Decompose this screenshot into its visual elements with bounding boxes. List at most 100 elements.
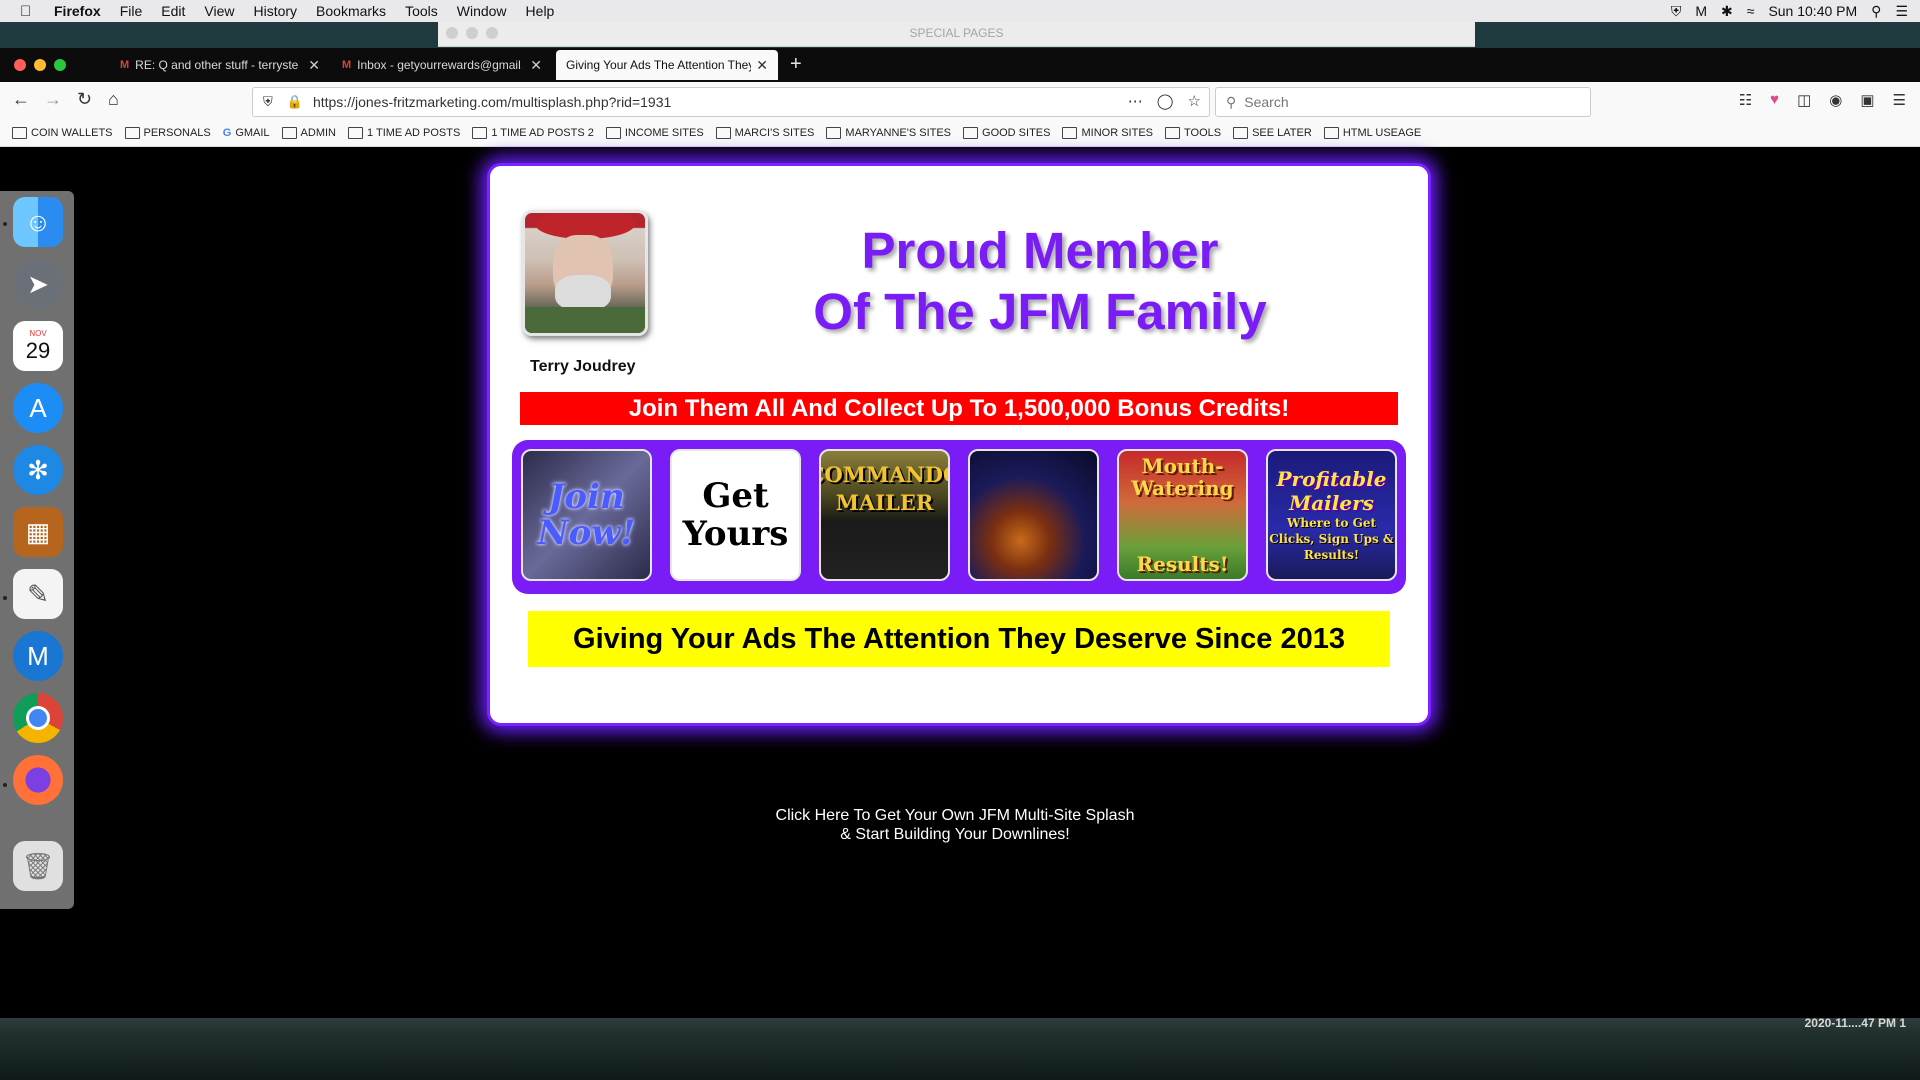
url-text[interactable]: https://jones-fritzmarketing.com/multisp… xyxy=(313,94,671,110)
textedit-icon[interactable]: ✎ xyxy=(13,569,63,619)
sidebar-icon[interactable]: ◫ xyxy=(1797,91,1811,109)
bookmark-label: GOOD SITES xyxy=(982,127,1051,139)
bookmark-marcis-sites[interactable]: MARCI'S SITES xyxy=(715,127,814,139)
minimize-window-button[interactable] xyxy=(34,59,46,71)
member-name: Terry Joudrey xyxy=(530,358,636,375)
safari-icon[interactable]: ✻ xyxy=(13,445,63,495)
bookmark-admin[interactable]: ADMIN xyxy=(281,127,336,139)
close-tab-icon[interactable]: ✕ xyxy=(530,57,542,74)
launchpad-icon[interactable]: ➤ xyxy=(13,259,63,309)
menu-tools[interactable]: Tools xyxy=(405,3,438,19)
menu-edit[interactable]: Edit xyxy=(161,3,185,19)
bookmark-label: COIN WALLETS xyxy=(31,127,113,139)
menu-history[interactable]: History xyxy=(253,3,297,19)
address-bar[interactable]: ⛨ 🔒 https://jones-fritzmarketing.com/mul… xyxy=(252,87,1210,117)
menu-window[interactable]: Window xyxy=(457,3,507,19)
spotlight-search-icon[interactable]: ⚲ xyxy=(1871,3,1881,20)
bookmark-html-useage[interactable]: HTML USEAGE xyxy=(1323,127,1421,139)
tab-gmail-re-q[interactable]: M RE: Q and other stuff - terryste ✕ xyxy=(110,50,330,80)
bookmark-income-sites[interactable]: INCOME SITES xyxy=(605,127,704,139)
tab-jfm-splash[interactable]: Giving Your Ads The Attention They ✕ xyxy=(556,50,778,80)
calendar-month: NOV xyxy=(29,328,47,338)
profitable-mailers-banner[interactable]: Profitable Mailers Where to Get Clicks, … xyxy=(1266,449,1397,581)
extension-icon[interactable]: ◉ xyxy=(1829,91,1842,109)
bluetooth-icon[interactable]: ✱ xyxy=(1721,3,1733,20)
mac-menu-bar:  Firefox File Edit View History Bookmar… xyxy=(0,0,1920,22)
bookmark-minor-sites[interactable]: MINOR SITES xyxy=(1062,127,1153,139)
folder-icon xyxy=(605,127,621,139)
menu-app-name[interactable]: Firefox xyxy=(54,3,101,19)
bookmark-1-time-ad-posts-2[interactable]: 1 TIME AD POSTS 2 xyxy=(472,127,594,139)
bookmark-see-later[interactable]: SEE LATER xyxy=(1233,127,1312,139)
bookmarks-toolbar: COIN WALLETS PERSONALS G GMAIL ADMIN 1 TI… xyxy=(0,120,1920,147)
chrome-icon[interactable] xyxy=(13,693,63,743)
special-pages-title: SPECIAL PAGES xyxy=(909,26,1004,40)
vpn-shield-icon[interactable]: ⛨ xyxy=(1671,3,1682,20)
malwarebytes-icon[interactable]: M xyxy=(1695,3,1707,19)
back-arrow-icon[interactable]: ← xyxy=(12,89,30,110)
search-placeholder: Search xyxy=(1244,94,1289,110)
calendar-day: 29 xyxy=(25,337,51,363)
extension-heart-icon[interactable]: ♥ xyxy=(1770,91,1779,109)
bookmark-good-sites[interactable]: GOOD SITES xyxy=(963,127,1050,139)
menu-hamburger-icon[interactable]: ☰ xyxy=(1893,91,1906,109)
folder-icon xyxy=(715,127,731,139)
menu-view[interactable]: View xyxy=(204,3,234,19)
library-icon[interactable]: ☷ xyxy=(1739,91,1752,109)
desktop-file-label[interactable]: 2020-11....47 PM 1 xyxy=(1805,1016,1906,1030)
banner-text: Get xyxy=(702,476,769,516)
apple-menu-icon[interactable]:  xyxy=(20,3,40,20)
bookmark-1-time-ad-posts[interactable]: 1 TIME AD POSTS xyxy=(348,127,460,139)
app-store-icon[interactable]: A xyxy=(13,383,63,433)
finder-icon[interactable]: ☺ xyxy=(13,197,63,247)
calculator-icon[interactable]: ▦ xyxy=(13,507,63,557)
tab-label: Giving Your Ads The Attention They xyxy=(566,58,751,72)
leopard-fire-banner[interactable] xyxy=(968,449,1099,581)
tracking-protection-icon[interactable]: ⛨ xyxy=(263,94,273,110)
forward-arrow-icon[interactable]: → xyxy=(44,89,62,110)
new-tab-button[interactable]: + xyxy=(790,53,802,76)
zoom-window-button[interactable] xyxy=(54,59,66,71)
home-icon[interactable]: ⌂ xyxy=(108,89,119,110)
join-now-banner[interactable]: Join Now! xyxy=(521,449,652,581)
menu-file[interactable]: File xyxy=(120,3,143,19)
firefox-icon[interactable] xyxy=(13,755,63,805)
pocket-icon[interactable]: ◯ xyxy=(1157,92,1174,110)
banner-text: Where to Get Clicks, Sign Ups & Results! xyxy=(1269,516,1394,562)
bookmark-tools[interactable]: TOOLS xyxy=(1165,127,1221,139)
page-actions-icon[interactable]: ⋯ xyxy=(1128,92,1143,110)
close-tab-icon[interactable]: ✕ xyxy=(308,57,320,74)
menu-help[interactable]: Help xyxy=(526,3,555,19)
member-avatar xyxy=(522,210,648,336)
mailbird-icon[interactable]: M xyxy=(13,631,63,681)
screenshot-icon[interactable]: ▣ xyxy=(1860,91,1874,109)
folder-icon xyxy=(1233,127,1249,139)
calendar-icon[interactable]: NOV 29 xyxy=(13,321,63,371)
bookmark-maryannes-sites[interactable]: MARYANNE'S SITES xyxy=(826,127,951,139)
bookmark-label: TOOLS xyxy=(1184,127,1222,139)
tagline-banner: Giving Your Ads The Attention They Deser… xyxy=(528,611,1390,667)
close-tab-icon[interactable]: ✕ xyxy=(756,57,768,74)
bookmark-personals[interactable]: PERSONALS xyxy=(124,127,211,139)
close-window-button[interactable] xyxy=(14,59,26,71)
commando-mailer-banner[interactable]: COMMANDO MAILER xyxy=(819,449,950,581)
trash-icon[interactable]: 🗑 xyxy=(13,841,63,891)
search-bar[interactable]: ⚲ Search xyxy=(1215,87,1591,117)
notification-center-icon[interactable]: ☰ xyxy=(1895,3,1908,20)
menu-bookmarks[interactable]: Bookmarks xyxy=(316,3,386,19)
lock-icon[interactable]: 🔒 xyxy=(287,94,303,110)
page-content: Terry Joudrey Proud Member Of The JFM Fa… xyxy=(0,147,1920,1018)
mouth-watering-results-banner[interactable]: Mouth-Watering Results! xyxy=(1117,449,1248,581)
get-your-own-splash-link[interactable]: Click Here To Get Your Own JFM Multi-Sit… xyxy=(690,806,1220,844)
gmail-icon: M xyxy=(120,59,130,71)
reload-icon[interactable]: ↻ xyxy=(77,89,92,110)
bookmark-star-icon[interactable]: ☆ xyxy=(1188,92,1201,110)
get-yours-banner[interactable]: Get Yours xyxy=(670,449,801,581)
folder-icon xyxy=(124,127,140,139)
bookmark-coin-wallets[interactable]: COIN WALLETS xyxy=(12,127,113,139)
tab-gmail-inbox[interactable]: M Inbox - getyourrewards@gmail. ✕ xyxy=(332,50,552,80)
menu-clock[interactable]: Sun 10:40 PM xyxy=(1768,3,1857,19)
special-pages-window[interactable]: SPECIAL PAGES xyxy=(438,22,1475,47)
bookmark-gmail[interactable]: G GMAIL xyxy=(223,127,270,139)
wifi-icon[interactable]: ≈ xyxy=(1747,3,1755,19)
